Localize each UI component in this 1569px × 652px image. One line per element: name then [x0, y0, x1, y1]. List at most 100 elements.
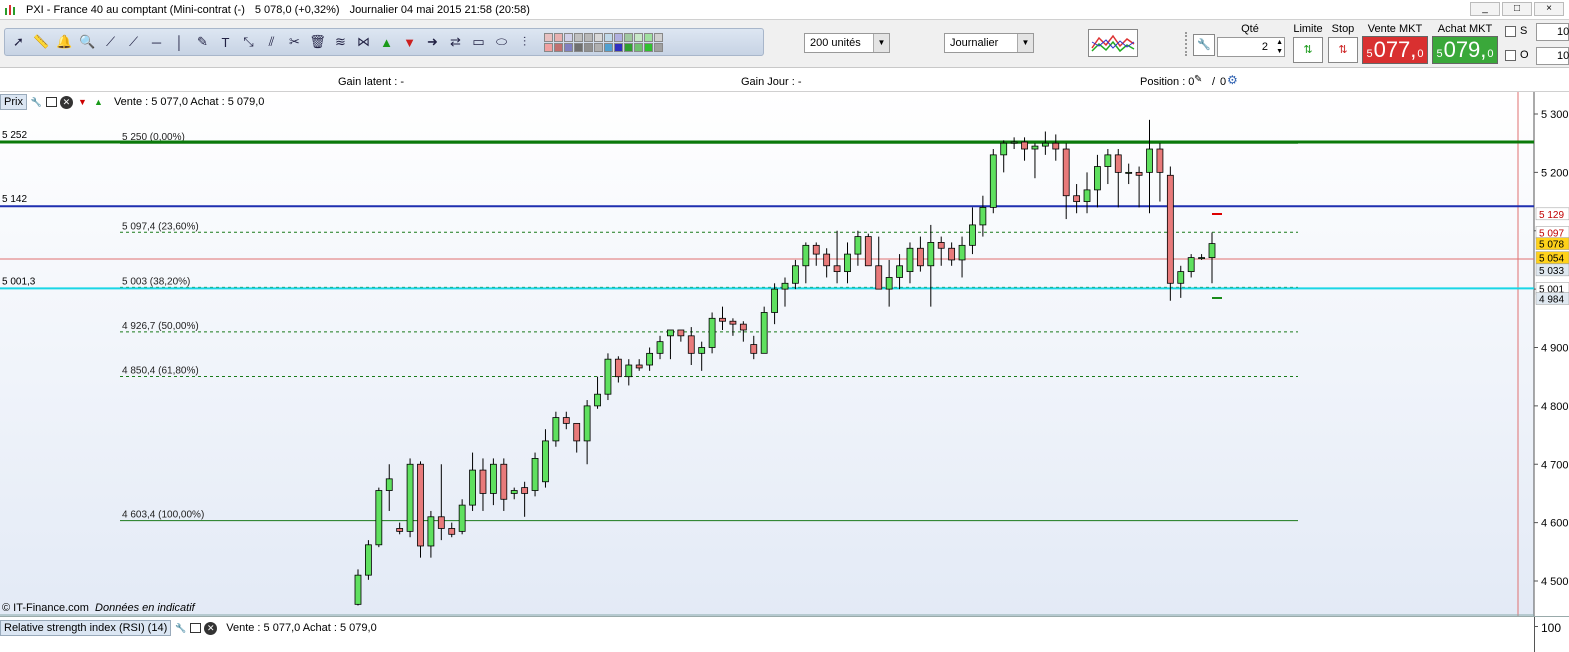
candle-body	[896, 265, 903, 278]
zoom-icon[interactable]: 🔍	[78, 33, 97, 52]
fibonacci-icon[interactable]: ≋	[331, 33, 350, 52]
color-swatch[interactable]	[544, 32, 553, 42]
gann-icon[interactable]: ⫶	[515, 33, 534, 52]
gear-icon[interactable]: ⚙	[1227, 73, 1238, 87]
double-arrow-icon[interactable]: ⇄	[446, 33, 465, 52]
maximize-button[interactable]: □	[1502, 2, 1532, 16]
panel-grip[interactable]	[1185, 32, 1193, 56]
ellipse-icon[interactable]: ⬭	[492, 33, 511, 52]
candle-body	[760, 312, 768, 354]
channel-icon[interactable]: ⤡	[239, 33, 258, 52]
alarm-bell-icon[interactable]: 🔔	[55, 33, 74, 52]
close-pane-icon[interactable]: ✕	[59, 95, 73, 109]
wrench-icon[interactable]: 🔧	[30, 96, 43, 109]
trendline-icon[interactable]: ⟋	[101, 33, 120, 52]
color-swatch[interactable]	[574, 32, 583, 42]
arrow-down-icon[interactable]: ▼	[400, 33, 419, 52]
candle-body	[958, 244, 966, 261]
candle-body	[635, 364, 643, 369]
qty-spinner-icon[interactable]: ▲ ▼	[1276, 38, 1283, 56]
color-swatch[interactable]	[594, 42, 603, 52]
color-swatch[interactable]	[604, 32, 613, 42]
arrow-up-icon[interactable]: ▲	[377, 33, 396, 52]
candle-body	[812, 244, 820, 255]
arrow-right-icon[interactable]: ➜	[423, 33, 442, 52]
price-chart-pane[interactable]: 5 250 (0,00%) 5 097,4 (23,60%) 5 003 (38,2…	[0, 92, 1569, 616]
data-credit: © IT-Finance.com Données en indicatif	[2, 602, 195, 614]
tools-icon[interactable]: ✂	[285, 33, 304, 52]
window-icon[interactable]	[190, 623, 202, 633]
candle-body	[927, 242, 935, 267]
move-down-icon[interactable]: ▼	[76, 96, 89, 109]
color-swatch[interactable]	[614, 32, 623, 42]
color-swatch[interactable]	[644, 32, 653, 42]
wrench-icon[interactable]: 🔧	[1193, 34, 1215, 56]
buy-mkt-button[interactable]: 5 079, 0	[1432, 36, 1498, 64]
parallel-lines-icon[interactable]: ⫽	[262, 33, 281, 52]
color-swatch[interactable]	[634, 42, 643, 52]
indicators-button[interactable]	[1088, 29, 1138, 57]
trash-icon[interactable]: 🗑	[308, 33, 327, 52]
gain-latent: Gain latent : -	[338, 76, 405, 88]
move-up-icon[interactable]: ▲	[92, 96, 105, 109]
color-swatch[interactable]	[624, 32, 633, 42]
s-checkbox[interactable]	[1505, 26, 1516, 37]
color-swatch[interactable]	[584, 42, 593, 52]
horizontal-level-label: 5 252	[2, 130, 27, 141]
color-swatch[interactable]	[644, 42, 653, 52]
candle-body	[625, 364, 633, 378]
color-swatch[interactable]	[554, 42, 563, 52]
vertical-line-icon[interactable]: │	[170, 33, 189, 52]
s-input[interactable]: 10	[1536, 23, 1569, 41]
horizontal-line-icon[interactable]: ─	[147, 33, 166, 52]
close-button[interactable]: ×	[1534, 2, 1564, 16]
candle-body	[885, 277, 893, 290]
color-swatch[interactable]	[624, 42, 633, 52]
minimize-button[interactable]: _	[1470, 2, 1500, 16]
horizontal-level-label: 5 001,3	[2, 276, 36, 287]
color-swatch[interactable]	[634, 32, 643, 42]
o-input[interactable]: 10	[1536, 47, 1569, 65]
edit-line-icon[interactable]: ✎	[193, 33, 212, 52]
color-swatch[interactable]	[584, 32, 593, 42]
text-tool-icon[interactable]: T	[216, 33, 235, 52]
limit-order-button[interactable]: ⇅	[1293, 37, 1323, 63]
candle-body	[916, 247, 924, 267]
candle-body	[698, 347, 706, 354]
color-swatch[interactable]	[654, 42, 663, 52]
units-select[interactable]: 200 unités ▼	[804, 33, 890, 53]
color-swatch[interactable]	[574, 42, 583, 52]
qty-input[interactable]: 2 ▲ ▼	[1217, 37, 1285, 57]
color-swatch[interactable]	[564, 42, 573, 52]
period-select-value: Journalier	[950, 37, 999, 49]
stop-order-button[interactable]: ⇅	[1328, 37, 1358, 63]
candle-body	[906, 247, 914, 273]
line-extended-icon[interactable]: ⟋	[124, 33, 143, 52]
fan-icon[interactable]: ⋈	[354, 33, 373, 52]
color-swatch[interactable]	[554, 32, 563, 42]
rectangle-icon[interactable]: ▭	[469, 33, 488, 52]
edit-position-icon[interactable]: ✎	[1194, 74, 1202, 85]
color-swatch[interactable]	[654, 32, 663, 42]
period-select[interactable]: Journalier ▼	[944, 33, 1034, 53]
rsi-pane[interactable]: Relative strength index (RSI) (14) 🔧 ✕ V…	[0, 616, 1569, 652]
window-icon[interactable]	[45, 97, 57, 107]
color-palette[interactable]	[544, 32, 663, 52]
color-swatch[interactable]	[544, 42, 553, 52]
candle-body	[875, 265, 883, 290]
candle-body	[479, 469, 487, 494]
color-swatch[interactable]	[594, 32, 603, 42]
color-swatch[interactable]	[614, 42, 623, 52]
last-price: 5 078,0 (+0,32%)	[254, 3, 340, 16]
price-chart[interactable]: 5 250 (0,00%)5 097,4 (23,60%)5 003 (38,2…	[0, 92, 1569, 616]
wrench-icon[interactable]: 🔧	[174, 622, 187, 635]
sell-mkt-button[interactable]: 5 077, 0	[1362, 36, 1428, 64]
o-checkbox[interactable]	[1505, 50, 1516, 61]
fib-level-label: 4 850,4 (61,80%)	[122, 365, 199, 376]
pointer-icon[interactable]: ➚	[9, 33, 28, 52]
close-pane-icon[interactable]: ✕	[204, 621, 218, 635]
color-swatch[interactable]	[564, 32, 573, 42]
window-titlebar: PXI - France 40 au comptant (Mini-contra…	[0, 0, 1569, 20]
ruler-icon[interactable]: 📏	[32, 33, 51, 52]
color-swatch[interactable]	[604, 42, 613, 52]
